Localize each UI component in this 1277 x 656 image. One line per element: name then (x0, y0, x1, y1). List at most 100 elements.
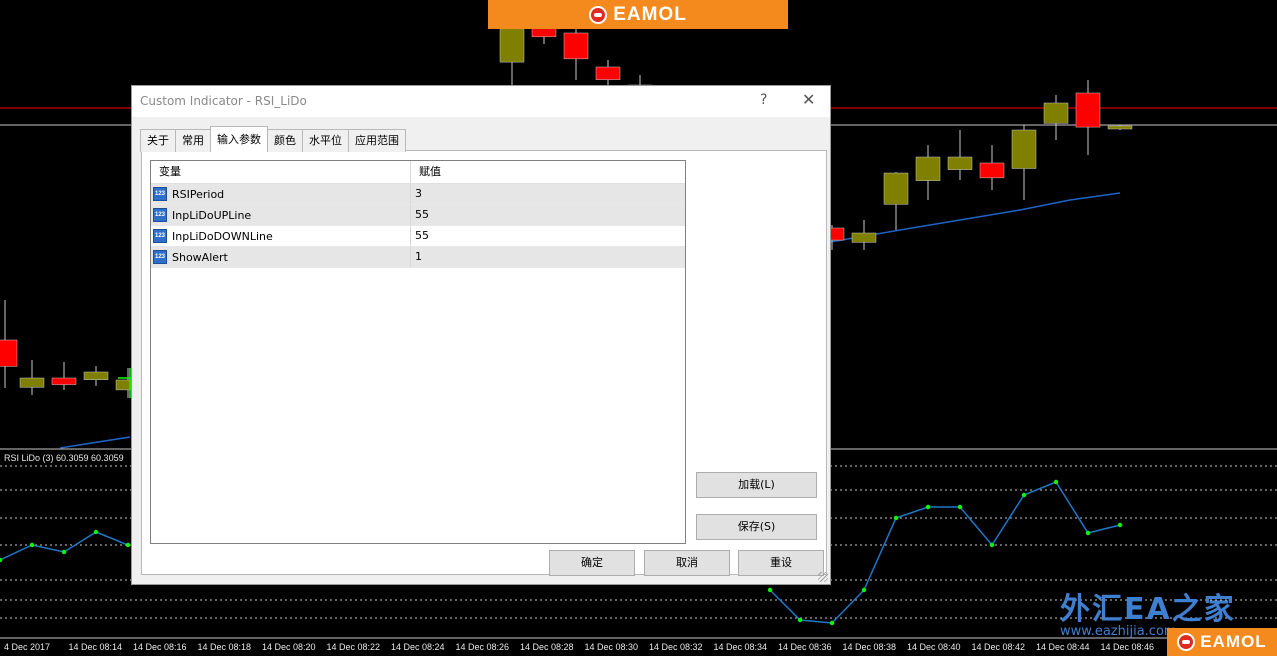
close-icon[interactable]: ✕ (802, 90, 815, 109)
param-name-cell[interactable]: 123 InpLiDoDOWNLine (151, 226, 411, 246)
time-axis-label: 14 Dec 08:32 (649, 642, 703, 652)
brand-banner-bottom: EAMOL (1167, 628, 1277, 656)
tab-levels[interactable]: 水平位 (302, 129, 349, 152)
number-param-icon: 123 (153, 229, 167, 243)
custom-indicator-dialog: Custom Indicator - RSI_LiDo ? ✕ 关于 常用 输入… (131, 85, 831, 585)
tab-about[interactable]: 关于 (140, 129, 176, 152)
indicator-label: RSI LiDo (3) 60.3059 60.3059 (4, 453, 124, 463)
rsi-point (829, 620, 835, 626)
time-axis-label: 14 Dec 08:20 (262, 642, 316, 652)
candle-body (595, 66, 621, 80)
brand-name-bottom: EAMOL (1200, 632, 1267, 651)
save-button[interactable]: 保存(S) (696, 514, 817, 540)
moving-average-line (59, 436, 131, 449)
time-axis-label: 14 Dec 08:24 (391, 642, 445, 652)
candle-body (1011, 129, 1037, 169)
eamol-logo-icon (589, 5, 608, 24)
time-axis-label: 14 Dec 08:36 (778, 642, 832, 652)
param-value[interactable]: 55 (411, 205, 685, 225)
param-value[interactable]: 1 (411, 247, 685, 267)
rsi-point (767, 587, 773, 593)
grid-header: 变量 赋值 (151, 161, 685, 184)
resize-grip-icon[interactable] (818, 572, 828, 582)
cancel-button[interactable]: 取消 (644, 550, 730, 576)
param-name: InpLiDoDOWNLine (172, 229, 273, 243)
table-row[interactable]: 123 InpLiDoUPLine 55 (151, 205, 685, 226)
dialog-title: Custom Indicator - RSI_LiDo (140, 94, 307, 108)
candle-body (51, 377, 77, 385)
help-icon[interactable]: ? (760, 92, 767, 108)
time-axis-label: 14 Dec 08:14 (68, 642, 123, 652)
param-value[interactable]: 3 (411, 184, 685, 204)
rsi-point (957, 504, 963, 510)
brand-banner-top: EAMOL (488, 0, 788, 29)
tab-bar: 关于 常用 输入参数 颜色 水平位 应用范围 (140, 126, 406, 152)
time-axis-label: 14 Dec 08:30 (584, 642, 639, 652)
time-axis: 4 Dec 2017 14 Dec 08:14 14 Dec 08:16 14 Dec… (0, 640, 1277, 656)
eamol-logo-icon (1177, 633, 1196, 651)
time-axis-label: 4 Dec 2017 (4, 642, 51, 652)
time-axis-label: 14 Dec 08:34 (713, 642, 768, 652)
candle-body (851, 232, 877, 243)
rsi-point (29, 542, 35, 548)
brand-name: EAMOL (613, 3, 687, 25)
tab-common[interactable]: 常用 (175, 129, 211, 152)
rsi-line (0, 531, 129, 561)
reset-button[interactable]: 重设 (738, 550, 824, 576)
candle-body (0, 339, 18, 367)
header-value[interactable]: 赋值 (411, 161, 685, 183)
table-row[interactable]: 123 InpLiDoDOWNLine 55 (151, 226, 685, 247)
rsi-point (989, 542, 995, 548)
rsi-point (925, 504, 931, 510)
tab-inputs[interactable]: 输入参数 (210, 126, 268, 152)
load-button[interactable]: 加载(L) (696, 472, 817, 498)
time-axis-label: 14 Dec 08:26 (455, 642, 510, 652)
param-name: InpLiDoUPLine (172, 208, 252, 222)
rsi-point (861, 587, 867, 593)
param-name-cell[interactable]: 123 RSIPeriod (151, 184, 411, 204)
param-name: ShowAlert (172, 250, 228, 264)
time-axis-label: 14 Dec 08:28 (520, 642, 574, 652)
rsi-point (797, 617, 803, 623)
rsi-point (1053, 479, 1059, 485)
rsi-point (1085, 530, 1091, 536)
candle-body (83, 371, 109, 380)
ok-button[interactable]: 确定 (549, 550, 635, 576)
candle-body (19, 377, 45, 388)
watermark-text: 外汇EA之家 (1060, 592, 1236, 627)
candle-body (883, 172, 909, 205)
time-axis-label: 14 Dec 08:18 (197, 642, 252, 652)
table-row[interactable]: 123 RSIPeriod 3 (151, 184, 685, 205)
candle-body (499, 27, 525, 63)
header-variable[interactable]: 变量 (151, 161, 411, 183)
time-axis-label: 14 Dec 08:42 (971, 642, 1026, 652)
param-name: RSIPeriod (172, 187, 225, 201)
param-name-cell[interactable]: 123 ShowAlert (151, 247, 411, 267)
rsi-point (61, 549, 67, 555)
param-name-cell[interactable]: 123 InpLiDoUPLine (151, 205, 411, 225)
time-axis-label: 14 Dec 08:22 (326, 642, 381, 652)
number-param-icon: 123 (153, 250, 167, 264)
candle-body (979, 162, 1005, 179)
time-axis-label: 14 Dec 08:16 (133, 642, 187, 652)
candle-body (1075, 92, 1101, 128)
rsi-point (1117, 522, 1123, 528)
parameters-grid: 变量 赋值 123 RSIPeriod 3 123 InpLiDoUPLine … (150, 160, 686, 544)
rsi-point (93, 529, 99, 535)
number-param-icon: 123 (153, 208, 167, 222)
tab-visualization[interactable]: 应用范围 (348, 129, 406, 152)
time-axis-label: 14 Dec 08:40 (907, 642, 961, 652)
time-axis-label: 14 Dec 08:46 (1100, 642, 1155, 652)
tab-colors[interactable]: 颜色 (267, 129, 303, 152)
candle-body (1043, 102, 1069, 124)
dialog-titlebar[interactable]: Custom Indicator - RSI_LiDo ? ✕ (132, 86, 830, 117)
rsi-point (893, 515, 899, 521)
number-param-icon: 123 (153, 187, 167, 201)
param-value[interactable]: 55 (411, 226, 685, 246)
candle-body (947, 156, 973, 170)
time-axis-label: 14 Dec 08:44 (1036, 642, 1090, 652)
time-axis-label: 14 Dec 08:38 (842, 642, 897, 652)
rsi-point (1021, 492, 1027, 498)
candle-body (563, 32, 589, 60)
table-row[interactable]: 123 ShowAlert 1 (151, 247, 685, 268)
